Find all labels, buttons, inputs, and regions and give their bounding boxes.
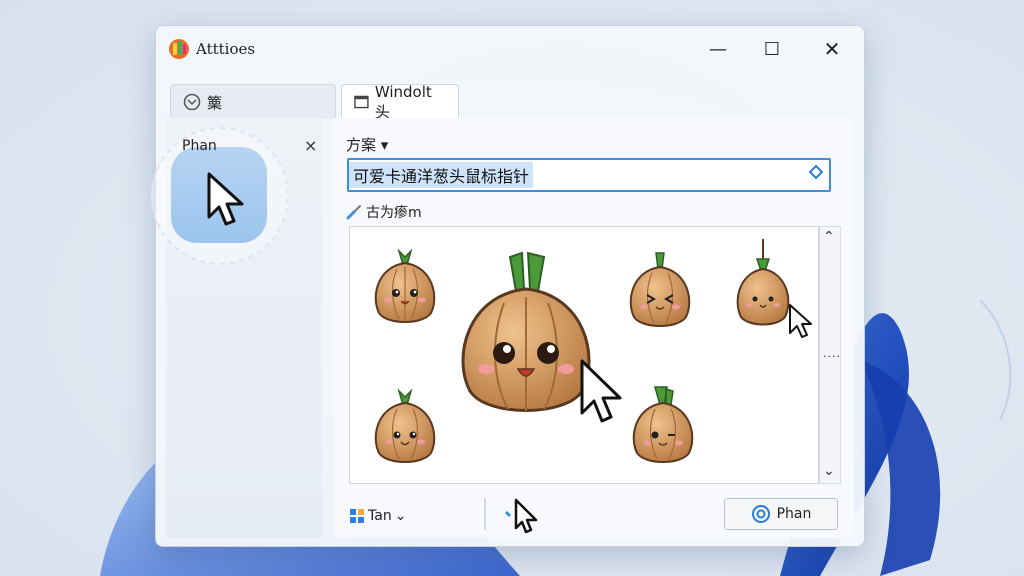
tab-first[interactable]: 篥 <box>170 84 336 119</box>
cursor-gallery <box>349 226 819 484</box>
gallery-scrollbar[interactable]: ⌃ .... ⌄ <box>819 226 841 484</box>
magnifier-lens <box>151 127 289 265</box>
scheme-input[interactable]: 可爱卡通洋葱头鼠标指针 <box>347 158 831 192</box>
size-dropdown[interactable]: Tan ⌄ <box>349 508 406 524</box>
preview-label: 古为瘆m <box>346 202 422 222</box>
chevron-down-icon: ⌄ <box>394 508 407 524</box>
diamond-icon[interactable] <box>809 165 823 179</box>
apply-button[interactable]: Phan <box>724 498 838 530</box>
tab-first-label: 篥 <box>207 93 223 112</box>
preview-label-text: 古为瘆m <box>366 205 422 221</box>
window-title: Atttioes <box>196 40 256 58</box>
onion-cursor-4[interactable] <box>736 239 790 326</box>
minimize-button[interactable]: — <box>698 34 738 64</box>
onion-cursor-1[interactable] <box>374 248 436 323</box>
main-panel: 方案 ▾ 可爱卡通洋葱头鼠标指针 古为瘆m ⌃ .... ⌄ <box>334 118 854 538</box>
chevron-down-icon: ▾ <box>380 136 389 154</box>
scroll-up-icon[interactable]: ⌃ <box>823 229 835 245</box>
onion-cursor-3[interactable] <box>629 252 691 327</box>
brush-icon <box>346 205 361 220</box>
selected-cursor-tile[interactable] <box>171 147 267 243</box>
close-button[interactable]: ✕ <box>812 34 852 64</box>
onion-cursor-5[interactable] <box>374 388 436 463</box>
apply-button-label: Phan <box>776 506 812 522</box>
onion-cursor-6[interactable] <box>632 386 694 463</box>
sidebar: Phan × <box>151 118 322 538</box>
theme-window: Atttioes — ☐ ✕ 篥 Windolt 头 Phan × 方案 ▾ 可… <box>151 25 865 547</box>
small-arrow-cursor-icon <box>789 304 812 338</box>
scheme-value: 可爱卡通洋葱头鼠标指针 <box>349 162 534 188</box>
cursor-preview-icon <box>504 498 538 534</box>
maximize-button[interactable]: ☐ <box>752 34 792 64</box>
app-logo-icon <box>169 39 189 59</box>
sidebar-close-icon[interactable]: × <box>304 136 317 155</box>
large-arrow-cursor-icon <box>580 359 622 423</box>
window-icon <box>354 95 369 109</box>
size-dropdown-label: Tan <box>368 508 392 524</box>
sidebar-item-label: Phan <box>182 138 217 154</box>
scroll-down-icon[interactable]: ⌄ <box>823 463 835 479</box>
tab-window-label: Windolt 头 <box>374 82 432 121</box>
scheme-label-text: 方案 <box>346 136 377 154</box>
footer-bar: Tan ⌄ Phan <box>334 488 854 538</box>
onion-cursor-large[interactable] <box>461 251 591 412</box>
pointer-scheme-icon <box>183 93 201 111</box>
footer-divider <box>484 498 486 530</box>
arrow-cursor-icon <box>207 172 244 226</box>
windows-flag-icon <box>350 509 364 523</box>
tab-window[interactable]: Windolt 头 <box>341 82 459 121</box>
title-bar: Atttioes — ☐ ✕ <box>156 26 864 70</box>
scheme-dropdown-label[interactable]: 方案 ▾ <box>346 134 388 155</box>
refresh-icon <box>751 505 770 523</box>
scroll-grip[interactable]: .... <box>823 347 841 360</box>
